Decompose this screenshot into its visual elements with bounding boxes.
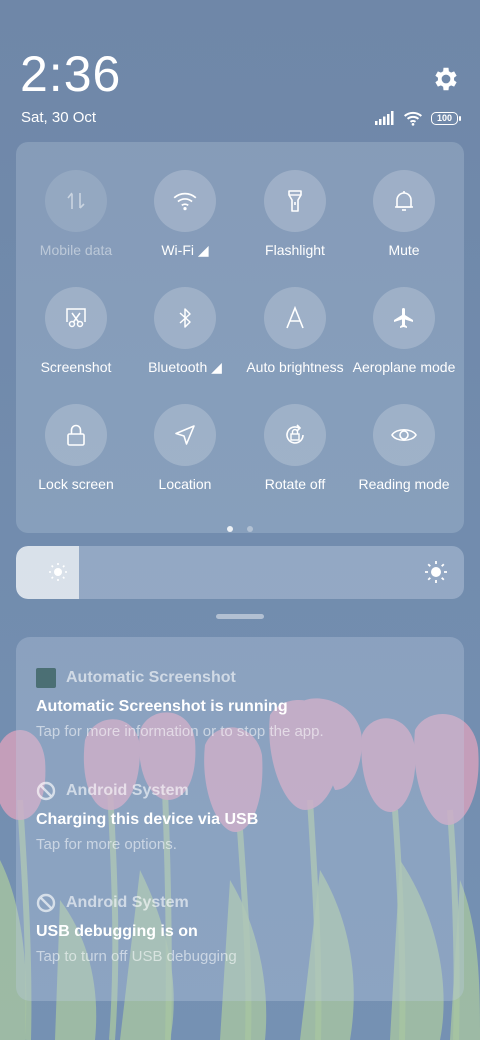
notification-title: Automatic Screenshot is running — [36, 698, 288, 715]
screenshot-icon — [45, 287, 107, 349]
page-dot-1[interactable] — [226, 526, 233, 532]
wifi-icon — [154, 170, 216, 232]
tile-bluetooth[interactable]: Bluetooth ◢ — [130, 287, 240, 376]
rotate-lock-icon — [264, 404, 326, 466]
page-dot-2[interactable] — [247, 526, 254, 532]
tile-lock-screen[interactable]: Lock screen — [21, 404, 131, 492]
brightness-slider[interactable] — [16, 546, 464, 599]
tile-auto-brightness[interactable]: Auto brightness — [240, 287, 350, 375]
notification-item[interactable]: Android System Charging this device via … — [36, 779, 454, 853]
notification-text: Tap to turn off USB debugging — [36, 948, 237, 965]
date-label[interactable]: Sat, 30 Oct — [21, 109, 96, 126]
tile-label: Mobile data — [39, 242, 113, 258]
tile-screenshot[interactable]: Screenshot — [21, 287, 131, 375]
tile-label: Bluetooth ◢ — [148, 359, 222, 375]
tile-label: Location — [158, 476, 212, 492]
notification-title: USB debugging is on — [36, 923, 198, 940]
tile-rotate-off[interactable]: Rotate off — [240, 404, 350, 492]
notification-item[interactable]: Android System USB debugging is on Tap t… — [36, 891, 454, 965]
signal-icon — [374, 111, 394, 125]
tile-label: Screenshot — [40, 359, 112, 375]
flashlight-icon — [264, 170, 326, 232]
notification-app-name: Automatic Screenshot — [66, 669, 236, 686]
notification-text: Tap for more information or to stop the … — [36, 723, 324, 740]
settings-gear-icon[interactable] — [431, 64, 461, 94]
notification-item[interactable]: Automatic Screenshot Automatic Screensho… — [36, 666, 454, 740]
tile-mute[interactable]: Mute — [349, 170, 459, 258]
brightness-high-icon — [425, 561, 447, 583]
android-system-icon — [36, 781, 56, 801]
lock-icon — [45, 404, 107, 466]
page-indicator — [16, 519, 464, 532]
tile-aeroplane-mode[interactable]: Aeroplane mode — [349, 287, 459, 375]
battery-icon: 100 — [430, 111, 461, 125]
bell-icon — [373, 170, 435, 232]
tile-flashlight[interactable]: Flashlight — [240, 170, 350, 258]
wifi-status-icon — [403, 111, 422, 126]
auto-brightness-icon — [264, 287, 326, 349]
app-square-icon — [36, 668, 56, 688]
tile-location[interactable]: Location — [130, 404, 240, 492]
tile-label: Flashlight — [265, 242, 325, 258]
bluetooth-icon — [154, 287, 216, 349]
eye-icon — [373, 404, 435, 466]
tile-label: Reading mode — [358, 476, 450, 492]
drag-handle[interactable] — [216, 614, 264, 619]
notification-card: Automatic Screenshot Automatic Screensho… — [16, 637, 464, 1001]
tile-label: Aeroplane mode — [352, 359, 456, 375]
notification-app-row: Automatic Screenshot — [36, 666, 454, 690]
notification-text: Tap for more options. — [36, 836, 177, 853]
android-system-icon — [36, 893, 56, 913]
tile-label: Rotate off — [264, 476, 326, 492]
tile-mobile-data[interactable]: Mobile data — [21, 170, 131, 258]
location-icon — [154, 404, 216, 466]
tile-label: Auto brightness — [246, 359, 344, 375]
notification-title: Charging this device via USB — [36, 811, 259, 828]
status-icons: 100 — [374, 108, 461, 128]
mobile-data-icon — [45, 170, 107, 232]
notification-app-name: Android System — [66, 782, 189, 799]
tile-label: Lock screen — [38, 476, 114, 492]
clock-time[interactable]: 2:36 — [20, 48, 121, 100]
tile-label: Mute — [388, 242, 420, 258]
notification-app-name: Android System — [66, 894, 189, 911]
battery-level: 100 — [430, 111, 458, 125]
tile-wifi[interactable]: Wi-Fi ◢ — [130, 170, 240, 259]
notification-app-row: Android System — [36, 779, 454, 803]
brightness-low-icon — [49, 563, 67, 581]
quick-settings-panel: Mobile data Wi-Fi ◢ Flashlight Mute Scre… — [16, 142, 464, 533]
tile-label: Wi-Fi ◢ — [161, 242, 209, 258]
notification-app-row: Android System — [36, 891, 454, 915]
airplane-icon — [373, 287, 435, 349]
tile-reading-mode[interactable]: Reading mode — [349, 404, 459, 492]
